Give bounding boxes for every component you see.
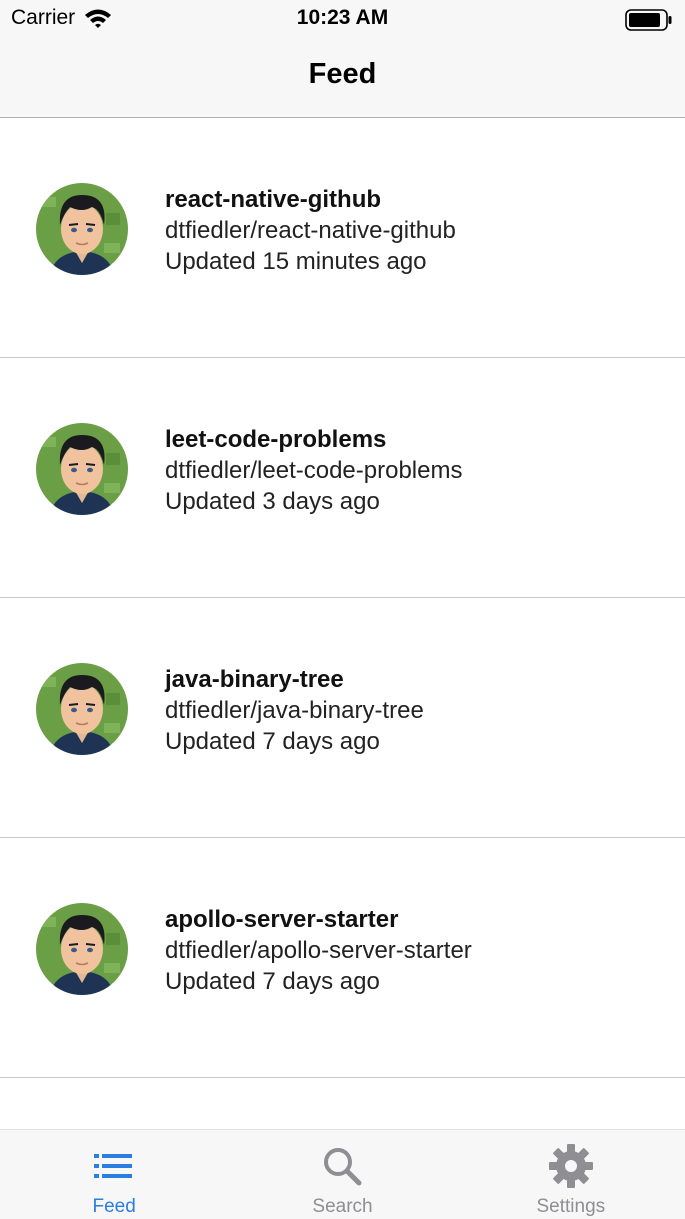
feed-list: react-native-github dtfiedler/react-nati… <box>0 118 685 1078</box>
feed-item[interactable]: leet-code-problems dtfiedler/leet-code-p… <box>0 358 685 598</box>
tab-settings[interactable]: Settings <box>457 1130 685 1219</box>
feed-item[interactable]: react-native-github dtfiedler/react-nati… <box>0 118 685 358</box>
repo-name: apollo-server-starter <box>165 906 399 933</box>
avatar <box>36 903 128 995</box>
feed-item[interactable]: java-binary-tree dtfiedler/java-binary-t… <box>0 598 685 838</box>
avatar <box>36 183 128 275</box>
search-icon <box>318 1142 366 1190</box>
navigation-bar: Feed <box>0 38 685 118</box>
repo-updated: Updated 7 days ago <box>165 968 380 995</box>
repo-updated: Updated 15 minutes ago <box>165 248 427 275</box>
app-screen: Carrier 10:23 AM Feed react-native-githu… <box>0 0 685 1219</box>
repo-full-name: dtfiedler/react-native-github <box>165 217 456 244</box>
repo-full-name: dtfiedler/leet-code-problems <box>165 457 463 484</box>
tab-bar: Feed Search Settings <box>0 1129 685 1219</box>
list-icon <box>90 1142 138 1190</box>
avatar <box>36 663 128 755</box>
repo-name: java-binary-tree <box>165 666 344 693</box>
status-bar: Carrier 10:23 AM <box>0 0 685 38</box>
feed-item-text: leet-code-problems dtfiedler/leet-code-p… <box>165 424 462 517</box>
tab-label-feed: Feed <box>92 1196 136 1217</box>
tab-label-search: Search <box>312 1196 373 1217</box>
status-time: 10:23 AM <box>296 6 389 29</box>
gear-icon <box>547 1142 595 1190</box>
repo-name: react-native-github <box>165 186 382 213</box>
repo-updated: Updated 7 days ago <box>165 728 380 755</box>
repo-full-name: dtfiedler/java-binary-tree <box>165 697 424 724</box>
feed-item[interactable]: apollo-server-starter dtfiedler/apollo-s… <box>0 838 685 1078</box>
feed-item-text: react-native-github dtfiedler/react-nati… <box>165 184 456 277</box>
page-title: Feed <box>308 58 377 90</box>
feed-item-text: java-binary-tree dtfiedler/java-binary-t… <box>165 664 424 757</box>
feed-item-text: apollo-server-starter dtfiedler/apollo-s… <box>165 904 472 997</box>
repo-name: leet-code-problems <box>165 426 387 453</box>
repo-updated: Updated 3 days ago <box>165 488 380 515</box>
avatar <box>36 423 128 515</box>
repo-full-name: dtfiedler/apollo-server-starter <box>165 937 472 964</box>
tab-label-settings: Settings <box>536 1196 606 1217</box>
battery-icon <box>625 9 673 31</box>
tab-feed[interactable]: Feed <box>0 1130 228 1219</box>
tab-search[interactable]: Search <box>228 1130 456 1219</box>
